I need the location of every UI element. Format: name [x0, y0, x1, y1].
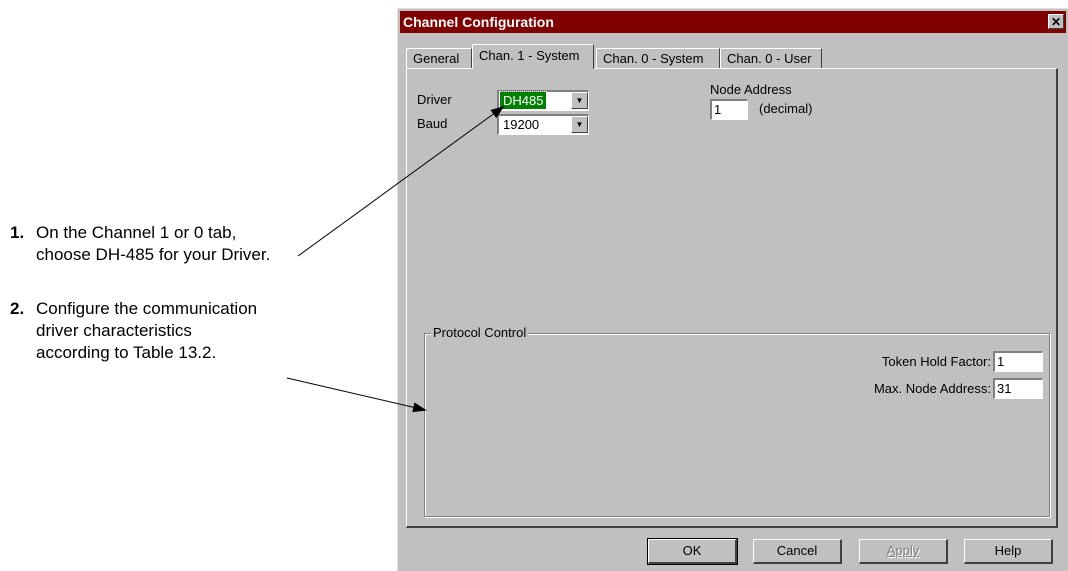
callout-step-2-number: 2. — [10, 299, 25, 318]
ok-button[interactable]: OK — [647, 538, 738, 565]
dialog-title-bar[interactable]: Channel Configuration ✕ — [400, 11, 1066, 33]
callout-step-1-line-1: On the Channel 1 or 0 tab, — [36, 223, 237, 242]
protocol-control-legend: Protocol Control — [431, 325, 529, 340]
driver-select[interactable]: DH485 ▼ — [497, 90, 589, 111]
apply-button-label: Apply — [886, 543, 920, 558]
apply-button[interactable]: Apply — [859, 539, 948, 564]
channel-configuration-dialog: Channel Configuration ✕ General Chan. 0 … — [397, 8, 1068, 571]
callout-step-2-line-2: driver characteristics — [36, 321, 192, 340]
node-address-unit: (decimal) — [759, 101, 813, 116]
tab-chan-0-user[interactable]: Chan. 0 - User — [720, 48, 822, 68]
callout-step-2-line-1: Configure the communication — [36, 299, 258, 318]
max-node-address-label: Max. Node Address: — [873, 381, 991, 396]
chevron-down-icon[interactable]: ▼ — [571, 92, 588, 109]
token-hold-factor-input[interactable]: 1 — [993, 351, 1043, 372]
baud-select[interactable]: 19200 ▼ — [497, 114, 589, 135]
tab-panel-chan-1-system: Driver DH485 ▼ Baud 19200 ▼ Node Address… — [406, 68, 1058, 528]
token-hold-factor-label: Token Hold Factor: — [881, 354, 991, 369]
tab-chan-1-system[interactable]: Chan. 1 - System — [472, 44, 594, 69]
baud-select-value: 19200 — [503, 117, 540, 132]
help-button[interactable]: Help — [964, 539, 1053, 564]
callout-step-1-line-2: choose DH-485 for your Driver. — [36, 245, 271, 264]
tab-chan-0-system[interactable]: Chan. 0 - System — [596, 48, 720, 68]
close-icon[interactable]: ✕ — [1048, 14, 1064, 29]
max-node-address-input[interactable]: 31 — [993, 378, 1043, 399]
driver-label: Driver — [417, 92, 452, 107]
callout-step-2: 2. Configure the communication driver cha… — [10, 298, 257, 364]
callout-step-1-number: 1. — [10, 223, 25, 242]
node-address-label: Node Address — [710, 82, 792, 97]
node-address-input[interactable]: 1 — [710, 99, 748, 120]
callout-step-1: 1. On the Channel 1 or 0 tab, choose DH-4… — [10, 222, 270, 266]
driver-select-value: DH485 — [498, 91, 548, 110]
callout-step-2-line-3: according to Table 13.2. — [36, 343, 217, 362]
tab-general[interactable]: General — [406, 48, 472, 68]
protocol-control-group: Protocol Control Token Hold Factor: 1 Ma… — [424, 325, 1050, 517]
chevron-down-icon[interactable]: ▼ — [571, 116, 588, 133]
baud-label: Baud — [417, 116, 448, 131]
dialog-title: Channel Configuration — [403, 14, 554, 30]
cancel-button[interactable]: Cancel — [753, 539, 842, 564]
